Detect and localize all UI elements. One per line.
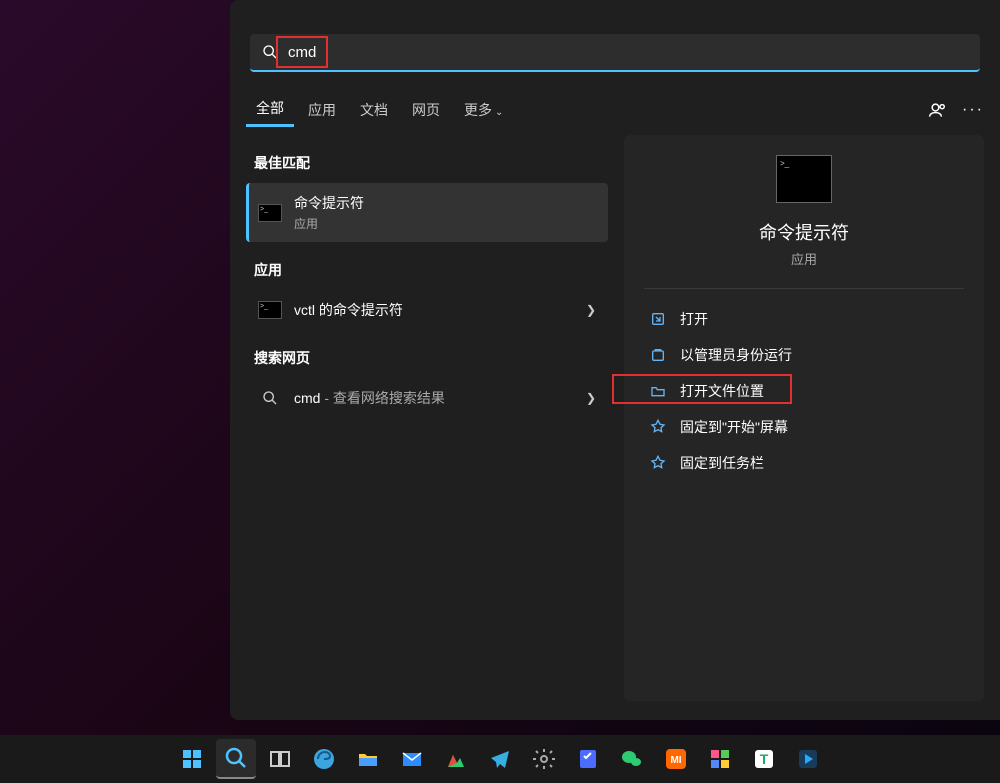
result-web-cmd[interactable]: cmd - 查看网络搜索结果 ❯ bbox=[246, 378, 608, 418]
action-open-location[interactable]: 打开文件位置 bbox=[644, 373, 964, 409]
taskbar-store[interactable] bbox=[700, 739, 740, 779]
more-options-icon[interactable]: ··· bbox=[962, 101, 984, 119]
action-label: 固定到任务栏 bbox=[680, 453, 764, 473]
result-best-match[interactable]: >_ 命令提示符 应用 bbox=[246, 183, 608, 242]
taskbar-app-peak[interactable] bbox=[436, 739, 476, 779]
taskbar-edge[interactable] bbox=[304, 739, 344, 779]
search-icon bbox=[258, 389, 282, 407]
action-pin-taskbar[interactable]: 固定到任务栏 bbox=[644, 445, 964, 481]
action-label: 以管理员身份运行 bbox=[680, 345, 792, 365]
cmd-icon: >_ bbox=[258, 204, 282, 222]
taskbar-settings[interactable] bbox=[524, 739, 564, 779]
svg-text:MI: MI bbox=[670, 755, 681, 766]
taskbar-search[interactable] bbox=[216, 739, 256, 779]
account-icon[interactable] bbox=[928, 100, 948, 120]
taskbar-xiaomi[interactable]: MI bbox=[656, 739, 696, 779]
best-match-header: 最佳匹配 bbox=[246, 135, 608, 183]
open-icon bbox=[650, 311, 666, 327]
taskbar-blue-play[interactable] bbox=[788, 739, 828, 779]
cmd-icon: >_ bbox=[258, 301, 282, 319]
chevron-right-icon: ❯ bbox=[586, 391, 596, 405]
search-bar[interactable] bbox=[250, 34, 980, 72]
taskbar-start[interactable] bbox=[172, 739, 212, 779]
taskbar-task-view[interactable] bbox=[260, 739, 300, 779]
action-label: 打开文件位置 bbox=[680, 381, 764, 401]
result-title: cmd - 查看网络搜索结果 bbox=[294, 390, 445, 406]
search-input[interactable] bbox=[288, 44, 968, 61]
pin-icon bbox=[650, 419, 666, 435]
cmd-icon-large: >_ bbox=[776, 155, 832, 203]
taskbar-telegram[interactable] bbox=[480, 739, 520, 779]
tab-web[interactable]: 网页 bbox=[402, 94, 450, 126]
taskbar-explorer[interactable] bbox=[348, 739, 388, 779]
tab-documents[interactable]: 文档 bbox=[350, 94, 398, 126]
apps-header: 应用 bbox=[246, 242, 608, 290]
folder-icon bbox=[650, 383, 666, 399]
tab-all[interactable]: 全部 bbox=[246, 92, 294, 127]
action-pin-start[interactable]: 固定到"开始"屏幕 bbox=[644, 409, 964, 445]
tab-more[interactable]: 更多⌄ bbox=[454, 94, 513, 126]
pin-icon bbox=[650, 455, 666, 471]
taskbar-text-app[interactable]: T bbox=[744, 739, 784, 779]
taskbar-todo[interactable] bbox=[568, 739, 608, 779]
detail-subtitle: 应用 bbox=[791, 249, 817, 268]
filter-tabs: 全部 应用 文档 网页 更多⌄ ··· bbox=[230, 80, 1000, 127]
detail-panel: >_ 命令提示符 应用 打开 以管理员身份运行 打开文件位置 bbox=[624, 135, 984, 701]
taskbar-wechat[interactable] bbox=[612, 739, 652, 779]
action-label: 打开 bbox=[680, 309, 708, 329]
result-app-vctl[interactable]: >_ vctl 的命令提示符 ❯ bbox=[246, 290, 608, 330]
tab-apps[interactable]: 应用 bbox=[298, 94, 346, 126]
result-subtitle: 应用 bbox=[294, 215, 596, 232]
admin-shield-icon bbox=[650, 347, 666, 363]
action-label: 固定到"开始"屏幕 bbox=[680, 417, 788, 437]
chevron-down-icon: ⌄ bbox=[495, 107, 503, 118]
chevron-right-icon: ❯ bbox=[586, 303, 596, 317]
action-run-as-admin[interactable]: 以管理员身份运行 bbox=[644, 337, 964, 373]
action-open[interactable]: 打开 bbox=[644, 301, 964, 337]
result-title: 命令提示符 bbox=[294, 193, 596, 213]
taskbar: MI T bbox=[0, 735, 1000, 783]
search-panel: 全部 应用 文档 网页 更多⌄ ··· 最佳匹配 >_ 命令提示符 应用 应用 … bbox=[230, 0, 1000, 720]
detail-title: 命令提示符 bbox=[759, 219, 849, 245]
svg-text:T: T bbox=[760, 751, 769, 767]
result-title: vctl 的命令提示符 bbox=[294, 300, 574, 320]
results-column: 最佳匹配 >_ 命令提示符 应用 应用 >_ vctl 的命令提示符 ❯ 搜索网… bbox=[246, 135, 608, 701]
search-icon bbox=[262, 44, 278, 60]
taskbar-mail[interactable] bbox=[392, 739, 432, 779]
web-header: 搜索网页 bbox=[246, 330, 608, 378]
